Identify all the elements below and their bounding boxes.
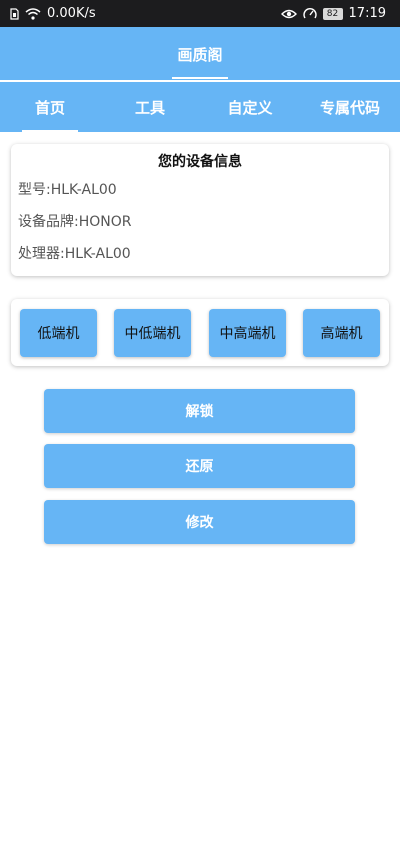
speedometer-icon [302, 7, 317, 21]
device-brand: 设备品牌:HONOR [18, 214, 132, 230]
tab-custom[interactable]: 自定义 [200, 82, 300, 132]
high-end-button[interactable]: 高端机 [303, 309, 380, 357]
mid-high-end-button[interactable]: 中高端机 [209, 309, 286, 357]
device-info-card: 您的设备信息 型号:HLK-AL00 设备品牌:HONOR 处理器:HLK-AL… [11, 144, 389, 276]
tab-tools[interactable]: 工具 [100, 82, 200, 132]
eye-icon [280, 8, 297, 20]
modify-button[interactable]: 修改 [44, 500, 355, 544]
status-bar: 0.00K/s 82 17:19 [0, 0, 400, 27]
restore-button[interactable]: 还原 [44, 444, 355, 488]
status-bar-left: 0.00K/s [10, 6, 96, 21]
tab-exclusive-code-label: 专属代码 [319, 98, 380, 117]
active-tab-indicator [22, 130, 78, 132]
status-bar-right: 82 17:19 [280, 6, 386, 21]
device-model: 型号:HLK-AL00 [18, 182, 117, 198]
mid-low-end-button[interactable]: 中低端机 [114, 309, 191, 357]
low-end-button[interactable]: 低端机 [20, 309, 97, 357]
tab-bar: 首页 工具 自定义 专属代码 [0, 82, 400, 132]
title-underline [172, 77, 228, 79]
app-title-bar: 画质阁 [0, 27, 400, 80]
tab-home-label: 首页 [34, 98, 65, 117]
tab-tools-label: 工具 [134, 98, 165, 117]
app-title: 画质阁 [177, 46, 223, 64]
unlock-button[interactable]: 解锁 [44, 389, 355, 433]
tab-exclusive-code[interactable]: 专属代码 [300, 82, 400, 132]
network-speed: 0.00K/s [47, 6, 96, 21]
battery-icon: 82 [322, 7, 343, 20]
device-processor: 处理器:HLK-AL00 [18, 246, 131, 262]
tab-home[interactable]: 首页 [0, 82, 100, 132]
clock: 17:19 [348, 6, 386, 21]
device-info-heading: 您的设备信息 [158, 154, 242, 170]
tab-custom-label: 自定义 [227, 98, 273, 117]
sim-icon [10, 7, 19, 20]
wifi-icon [25, 7, 41, 20]
device-tier-card: 低端机 中低端机 中高端机 高端机 [11, 299, 389, 366]
